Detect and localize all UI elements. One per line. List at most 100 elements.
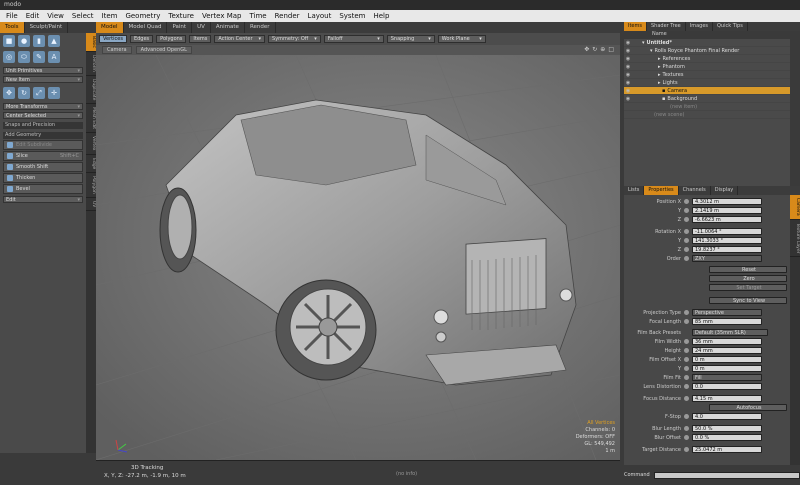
new-item-dropdown[interactable]: New Item ▾	[3, 76, 83, 83]
tree-row-background[interactable]: ◉ ▪ Background	[624, 95, 790, 103]
tab-paint[interactable]: Paint	[167, 22, 193, 33]
tree-row-lights[interactable]: ◉ ▸ Lights	[624, 79, 790, 87]
scale-icon[interactable]: ⤢	[33, 87, 45, 99]
eye-icon[interactable]: ◉	[624, 88, 632, 94]
keyframe-dot-icon[interactable]	[684, 229, 689, 234]
tab-render[interactable]: Render	[245, 22, 276, 33]
transform-icon[interactable]: ✛	[48, 87, 60, 99]
eye-icon[interactable]: ◉	[624, 40, 632, 46]
tab-shader-tree[interactable]: Shader Tree	[647, 22, 686, 31]
tab-images[interactable]: Images	[686, 22, 713, 31]
tree-row-camera[interactable]: ◉ ▪ Camera	[624, 87, 790, 95]
item-list-scrollbar[interactable]	[790, 31, 800, 186]
keyframe-dot-icon[interactable]	[684, 384, 689, 389]
polygons-mode-button[interactable]: Polygons	[156, 35, 187, 43]
target-distance-field[interactable]: 25.0472 m	[692, 446, 762, 453]
eye-icon[interactable]: ◉	[624, 72, 632, 78]
vtab-polygon[interactable]: Polygon	[86, 173, 96, 198]
vtab-basic[interactable]: Basic	[86, 33, 96, 52]
menu-time[interactable]: Time	[245, 12, 270, 20]
autofocus-button[interactable]: Autofocus	[709, 404, 787, 411]
add-geometry-section[interactable]: Add Geometry	[3, 132, 83, 139]
menu-view[interactable]: View	[43, 12, 68, 20]
tree-expand-icon[interactable]: ▾	[640, 48, 653, 54]
film-width-field[interactable]: 36 mm	[692, 338, 762, 345]
eye-icon[interactable]: ◉	[624, 96, 632, 102]
focal-length-field[interactable]: 85 mm	[692, 318, 762, 325]
falloff-dropdown[interactable]: Falloff ▾	[323, 35, 384, 43]
tab-lists[interactable]: Lists	[624, 186, 645, 195]
torus-icon[interactable]: ◎	[3, 51, 15, 63]
film-fit-dropdown[interactable]: Fill	[692, 374, 762, 381]
keyframe-dot-icon[interactable]	[684, 238, 689, 243]
vtab-duplicate[interactable]: Duplicate	[86, 76, 96, 105]
eye-icon[interactable]: ◉	[624, 56, 632, 62]
menu-help[interactable]: Help	[369, 12, 393, 20]
tab-quick-tips[interactable]: Quick Tips	[713, 22, 748, 31]
film-height-field[interactable]: 24 mm	[692, 347, 762, 354]
cone-icon[interactable]: ▲	[48, 35, 60, 47]
rotate-view-icon[interactable]: ↻	[592, 46, 597, 53]
keyframe-dot-icon[interactable]	[684, 199, 689, 204]
unit-primitives-dropdown[interactable]: Unit Primitives ▾	[3, 67, 83, 74]
action-center-dropdown[interactable]: Action Center ▾	[214, 35, 266, 43]
vtab-texture-layer[interactable]: Texture Layer	[790, 220, 800, 258]
keyframe-dot-icon[interactable]	[684, 366, 689, 371]
center-selected-dropdown[interactable]: Center Selected ▾	[3, 112, 83, 119]
film-back-dropdown[interactable]: Default (35mm SLR)	[692, 329, 768, 336]
edit-subdivide-button[interactable]: Edit Subdivide	[3, 140, 83, 150]
tab-display[interactable]: Display	[711, 186, 739, 195]
tree-expand-icon[interactable]: ▸	[640, 56, 661, 62]
keyframe-dot-icon[interactable]	[684, 414, 689, 419]
projection-dropdown[interactable]: Perspective	[692, 309, 762, 316]
tree-expand-icon[interactable]: ▸	[640, 64, 661, 70]
vtab-vertex[interactable]: Vertex	[86, 133, 96, 155]
tab-model-quad[interactable]: Model Quad	[124, 22, 168, 33]
tree-row-scene[interactable]: ◉ ▾ Untitled*	[624, 39, 790, 47]
vtab-camera[interactable]: Camera	[790, 195, 800, 220]
items-mode-button[interactable]: Items	[189, 35, 212, 43]
keyframe-dot-icon[interactable]	[684, 357, 689, 362]
lens-distortion-field[interactable]: 0.0	[692, 383, 762, 390]
keyframe-dot-icon[interactable]	[684, 339, 689, 344]
smooth-shift-button[interactable]: Smooth Shift	[3, 162, 83, 172]
menu-item[interactable]: Item	[98, 12, 122, 20]
text-icon[interactable]: A	[48, 51, 60, 63]
menu-layout[interactable]: Layout	[304, 12, 336, 20]
more-transforms-dropdown[interactable]: More Transforms ▾	[3, 103, 83, 110]
tab-sculpt-paint[interactable]: Sculpt/Paint	[25, 22, 69, 33]
keyframe-dot-icon[interactable]	[684, 447, 689, 452]
tab-uv[interactable]: UV	[192, 22, 211, 33]
move-view-icon[interactable]: ✥	[584, 46, 589, 53]
vtab-uv[interactable]: UV	[86, 198, 96, 211]
position-z-field[interactable]: -6.6623 m	[692, 216, 762, 223]
keyframe-dot-icon[interactable]	[684, 247, 689, 252]
tree-expand-icon[interactable]: ▸	[640, 72, 661, 78]
command-input[interactable]	[653, 471, 800, 479]
keyframe-dot-icon[interactable]	[684, 256, 689, 261]
snapping-dropdown[interactable]: Snapping ▾	[386, 35, 435, 43]
tab-properties[interactable]: Properties	[644, 186, 679, 195]
menu-render[interactable]: Render	[271, 12, 304, 20]
film-offset-y-field[interactable]: 0 m	[692, 365, 762, 372]
rotation-y-field[interactable]: 141.3033 °	[692, 237, 762, 244]
rotate-icon[interactable]: ↻	[18, 87, 30, 99]
keyframe-dot-icon[interactable]	[684, 217, 689, 222]
order-dropdown[interactable]: ZXY	[692, 255, 762, 262]
position-x-field[interactable]: 4.3012 m	[692, 198, 762, 205]
zoom-view-icon[interactable]: ⊕	[600, 46, 605, 53]
tree-row-references[interactable]: ◉ ▸ References	[624, 55, 790, 63]
menu-vertex-map[interactable]: Vertex Map	[198, 12, 246, 20]
keyframe-dot-icon[interactable]	[684, 375, 689, 380]
eye-icon[interactable]: ◉	[624, 64, 632, 70]
blur-length-field[interactable]: 50.0 %	[692, 425, 762, 432]
vtab-edge[interactable]: Edge	[86, 155, 96, 173]
vtab-mesh-edit[interactable]: Mesh Edit	[86, 104, 96, 134]
keyframe-dot-icon[interactable]	[684, 310, 689, 315]
blur-offset-field[interactable]: 0.0 %	[692, 434, 762, 441]
keyframe-dot-icon[interactable]	[684, 348, 689, 353]
tab-tools[interactable]: Tools	[0, 22, 25, 33]
tree-row-new-item[interactable]: (new item)	[624, 103, 790, 111]
maximize-icon[interactable]: □	[608, 46, 614, 53]
pen-icon[interactable]: ✎	[33, 51, 45, 63]
